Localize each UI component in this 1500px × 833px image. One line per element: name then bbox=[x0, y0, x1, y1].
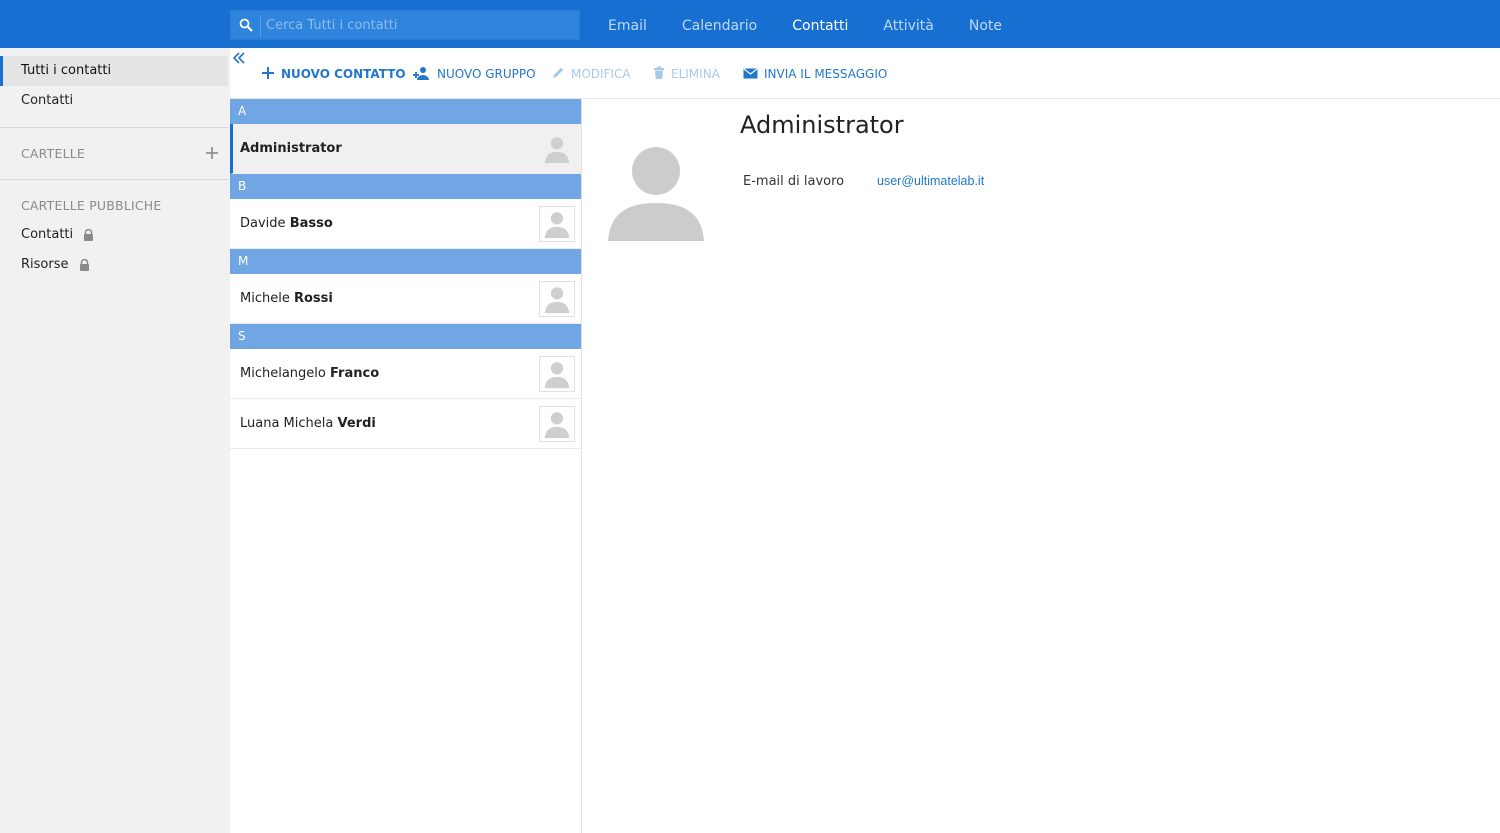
group-header: S bbox=[230, 324, 581, 349]
sidebar-divider bbox=[0, 127, 228, 128]
toolbar: NUOVO CONTATTO NUOVO GRUPPO MODIFICA ELI… bbox=[230, 49, 1500, 99]
search-input[interactable] bbox=[266, 11, 571, 39]
sidebar-item-label: Contatti bbox=[21, 227, 74, 242]
contact-last-name: Administrator bbox=[240, 141, 342, 156]
search-box[interactable] bbox=[230, 10, 580, 40]
new-group-label: NUOVO GRUPPO bbox=[437, 67, 536, 81]
edit-label: MODIFICA bbox=[571, 67, 631, 81]
sidebar-item-resources[interactable]: Risorse bbox=[0, 250, 228, 280]
lock-icon bbox=[84, 228, 94, 241]
plus-icon bbox=[262, 67, 274, 79]
nav-tab-calendario[interactable]: Calendario bbox=[682, 0, 757, 48]
new-group-button[interactable]: NUOVO GRUPPO bbox=[413, 49, 536, 99]
avatar-icon bbox=[539, 406, 575, 442]
avatar-icon bbox=[539, 356, 575, 392]
trash-icon bbox=[654, 66, 664, 79]
contact-last-name: Verdi bbox=[337, 416, 376, 431]
lock-icon bbox=[79, 258, 89, 271]
new-contact-label: NUOVO CONTATTO bbox=[281, 67, 406, 81]
search-icon bbox=[239, 18, 253, 32]
contact-first-name: Davide bbox=[240, 216, 286, 231]
add-group-icon bbox=[413, 66, 429, 80]
contact-name-heading: Administrator bbox=[740, 111, 904, 139]
avatar-icon bbox=[539, 206, 575, 242]
contact-last-name: Basso bbox=[289, 216, 333, 231]
send-message-label: INVIA IL MESSAGGIO bbox=[764, 67, 888, 81]
contact-list: A Administrator B Davide Basso M Michele Ross… bbox=[230, 99, 582, 833]
sidebar-item-contacts[interactable]: Contatti bbox=[0, 86, 228, 116]
sidebar-item-public-contacts[interactable]: Contatti bbox=[0, 220, 228, 250]
envelope-icon bbox=[743, 67, 758, 78]
contact-name: Michelangelo Franco bbox=[240, 349, 379, 399]
sidebar-item-all-contacts[interactable]: Tutti i contatti bbox=[0, 56, 228, 86]
edit-button[interactable]: MODIFICA bbox=[551, 49, 631, 99]
collapse-sidebar-icon[interactable] bbox=[232, 51, 246, 65]
avatar-icon bbox=[539, 281, 575, 317]
main-nav: Email Calendario Contatti Attività Note bbox=[608, 0, 1037, 48]
contact-row[interactable]: Administrator bbox=[230, 124, 581, 174]
new-contact-button[interactable]: NUOVO CONTATTO bbox=[261, 49, 406, 99]
nav-tab-attivit[interactable]: Attività bbox=[883, 0, 933, 48]
group-header: A bbox=[230, 99, 581, 124]
contact-name: Luana Michela Verdi bbox=[240, 399, 376, 449]
sidebar-item-label: Risorse bbox=[21, 257, 69, 272]
contact-row[interactable]: Michele Rossi bbox=[230, 274, 581, 324]
group-header: M bbox=[230, 249, 581, 274]
contact-row[interactable]: Michelangelo Franco bbox=[230, 349, 581, 399]
sidebar-divider bbox=[0, 179, 228, 180]
contact-first-name: Michelangelo bbox=[240, 366, 326, 381]
group-header: B bbox=[230, 174, 581, 199]
delete-button[interactable]: ELIMINA bbox=[653, 49, 720, 99]
contact-name: Michele Rossi bbox=[240, 274, 333, 324]
nav-tab-email[interactable]: Email bbox=[608, 0, 647, 48]
send-message-button[interactable]: INVIA IL MESSAGGIO bbox=[743, 49, 887, 99]
email-label: E-mail di lavoro bbox=[743, 174, 845, 189]
contact-first-name: Luana Michela bbox=[240, 416, 334, 431]
folders-heading: CARTELLE bbox=[21, 146, 86, 161]
public-folders-heading: CARTELLE PUBBLICHE bbox=[21, 198, 162, 213]
contact-name: Davide Basso bbox=[240, 199, 333, 249]
contact-last-name: Franco bbox=[330, 366, 380, 381]
nav-tab-contatti[interactable]: Contatti bbox=[792, 0, 848, 48]
contact-row[interactable]: Luana Michela Verdi bbox=[230, 399, 581, 449]
avatar-placeholder-icon bbox=[608, 147, 704, 241]
top-bar: Email Calendario Contatti Attività Note bbox=[0, 0, 1500, 48]
contact-last-name: Rossi bbox=[293, 291, 333, 306]
contact-detail: Administrator E-mail di lavoro user@ulti… bbox=[582, 99, 1500, 833]
sidebar: Tutti i contatti Contatti CARTELLE CARTE… bbox=[0, 48, 230, 833]
add-folder-icon[interactable] bbox=[203, 144, 221, 162]
delete-label: ELIMINA bbox=[671, 67, 720, 81]
email-link[interactable]: user@ultimatelab.it bbox=[877, 174, 984, 188]
nav-tab-note[interactable]: Note bbox=[969, 0, 1002, 48]
contact-row[interactable]: Davide Basso bbox=[230, 199, 581, 249]
pencil-icon bbox=[553, 67, 564, 78]
avatar-icon bbox=[539, 131, 575, 167]
contact-name: Administrator bbox=[240, 124, 342, 174]
contact-first-name: Michele bbox=[240, 291, 290, 306]
search-separator bbox=[260, 15, 261, 37]
